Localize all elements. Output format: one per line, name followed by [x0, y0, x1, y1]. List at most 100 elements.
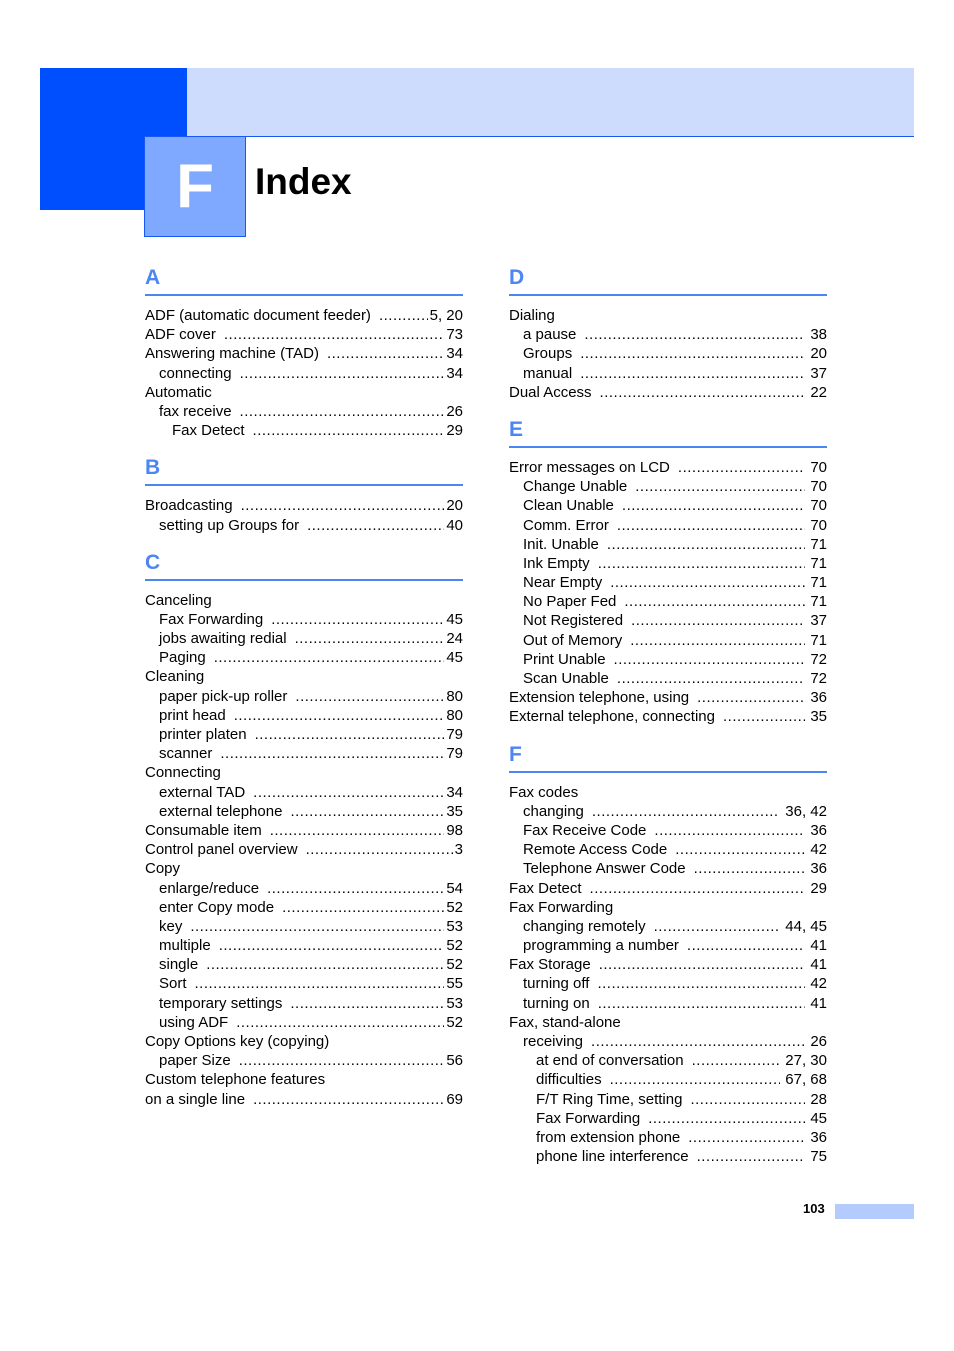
entry-page-ref[interactable]: 45 — [446, 648, 463, 667]
entry-page-ref[interactable]: 75 — [807, 1147, 827, 1166]
index-entry: jobs awaiting redial 24 — [145, 629, 463, 648]
entry-page-ref[interactable]: 73 — [446, 325, 463, 344]
dot-leader — [214, 648, 445, 667]
entry-page-ref[interactable]: 80 — [446, 687, 463, 706]
section-rule — [145, 294, 463, 296]
entry-page-ref[interactable]: 3 — [455, 840, 463, 859]
entry-label: paper pick-up roller — [159, 687, 288, 705]
section-rule — [509, 445, 827, 448]
entry-page-ref[interactable]: 42 — [807, 840, 827, 859]
index-entry: Paging 45 — [145, 648, 463, 667]
entry-page-ref[interactable]: 36, 42 — [782, 802, 827, 821]
entry-page-ref[interactable]: 36 — [807, 688, 827, 707]
entry-page-ref[interactable]: 72 — [807, 669, 827, 688]
index-entry: Not Registered 37 — [509, 611, 827, 630]
entry-page-ref[interactable]: 40 — [446, 516, 463, 535]
entry-page-ref[interactable]: 45 — [446, 610, 463, 629]
entry-page-ref[interactable]: 45 — [807, 1109, 827, 1128]
index-entry: from extension phone 36 — [509, 1128, 827, 1147]
entry-page-ref[interactable]: 70 — [807, 496, 827, 515]
entry-page-ref[interactable]: 53 — [446, 994, 463, 1013]
entry-page-ref[interactable]: 52 — [446, 955, 463, 974]
entry-page-ref[interactable]: 71 — [807, 535, 827, 554]
section-rule — [509, 770, 827, 773]
entry-label: turning off — [523, 975, 590, 993]
entry-label: external TAD — [159, 783, 246, 801]
dot-leader — [675, 840, 805, 859]
entry-page-ref[interactable]: 70 — [807, 458, 827, 477]
entry-label: Dual Access — [509, 383, 592, 401]
entry-page-ref[interactable]: 37 — [807, 364, 827, 383]
entry-page-ref[interactable]: 71 — [807, 573, 827, 592]
entry-page-ref[interactable]: 36 — [807, 1128, 827, 1147]
entry-label: Clean Unable — [523, 497, 614, 515]
entry-page-ref[interactable]: 34 — [446, 783, 463, 802]
entry-page-ref[interactable]: 41 — [807, 936, 827, 955]
entry-label: using ADF — [159, 1013, 229, 1031]
entry-page-ref[interactable]: 35 — [446, 802, 463, 821]
entry-page-ref[interactable]: 36 — [807, 859, 827, 878]
entry-page-ref[interactable]: 79 — [446, 744, 463, 763]
dot-leader — [271, 610, 444, 629]
entry-page-ref[interactable]: 80 — [446, 706, 463, 725]
entry-page-ref[interactable]: 27, 30 — [782, 1051, 827, 1070]
entry-page-ref[interactable]: 5, 20 — [430, 306, 463, 325]
entry-page-ref[interactable]: 71 — [807, 631, 827, 650]
dot-leader — [622, 496, 805, 515]
entry-page-ref[interactable]: 72 — [807, 650, 827, 669]
entry-page-ref[interactable]: 55 — [446, 974, 463, 993]
entry-label: Fax Forwarding — [159, 610, 264, 628]
entry-page-ref[interactable]: 53 — [446, 917, 463, 936]
entry-page-ref[interactable]: 35 — [807, 707, 827, 726]
entry-page-ref[interactable]: 98 — [446, 821, 463, 840]
entry-page-ref[interactable]: 56 — [446, 1051, 463, 1070]
page-number: 103 — [803, 1201, 825, 1216]
entry-page-ref[interactable]: 67, 68 — [782, 1070, 827, 1089]
entry-page-ref[interactable]: 42 — [807, 974, 827, 993]
entry-label: temporary settings — [159, 994, 283, 1012]
entry-page-ref[interactable]: 52 — [446, 1013, 463, 1032]
entry-page-ref[interactable]: 41 — [807, 955, 827, 974]
entry-page-ref[interactable]: 34 — [446, 364, 463, 383]
entry-page-ref[interactable]: 24 — [446, 629, 463, 648]
dot-leader — [630, 631, 805, 650]
entry-label: a pause — [523, 326, 577, 344]
entry-page-ref[interactable]: 38 — [807, 325, 827, 344]
entry-page-ref[interactable]: 70 — [807, 516, 827, 535]
section-letter: F — [509, 742, 522, 766]
entry-page-ref[interactable]: 26 — [446, 402, 463, 421]
dot-leader — [590, 879, 806, 898]
entry-page-ref[interactable]: 20 — [807, 344, 827, 363]
index-entry: Consumable item 98 — [145, 821, 463, 840]
section-letter: B — [145, 456, 161, 480]
entry-label: external telephone — [159, 802, 283, 820]
entry-page-ref[interactable]: 71 — [807, 592, 827, 611]
index-entry: turning off 42 — [509, 974, 827, 993]
entry-label: Sort — [159, 975, 187, 993]
entry-page-ref[interactable]: 71 — [807, 554, 827, 573]
entry-page-ref[interactable]: 79 — [446, 725, 463, 744]
index-entry: Custom telephone features — [145, 1070, 463, 1089]
entry-page-ref[interactable]: 52 — [446, 898, 463, 917]
entry-label: print head — [159, 706, 226, 724]
entry-page-ref[interactable]: 26 — [807, 1032, 827, 1051]
entry-page-ref[interactable]: 20 — [446, 496, 463, 515]
index-entry: Copy Options key (copying) — [145, 1032, 463, 1051]
entry-page-ref[interactable]: 52 — [446, 936, 463, 955]
entry-page-ref[interactable]: 22 — [807, 383, 827, 402]
entry-page-ref[interactable]: 29 — [807, 879, 827, 898]
entry-page-ref[interactable]: 69 — [446, 1090, 463, 1109]
entry-page-ref[interactable]: 54 — [446, 879, 463, 898]
entry-page-ref[interactable]: 37 — [807, 611, 827, 630]
entry-page-ref[interactable]: 29 — [446, 421, 463, 440]
index-entry: Connecting — [145, 763, 463, 782]
entry-page-ref[interactable]: 36 — [807, 821, 827, 840]
entry-page-ref[interactable]: 41 — [807, 994, 827, 1013]
entry-label: Fax Detect — [509, 879, 582, 897]
entry-page-ref[interactable]: 44, 45 — [782, 917, 827, 936]
entry-page-ref[interactable]: 28 — [807, 1090, 827, 1109]
entry-page-ref[interactable]: 34 — [446, 344, 463, 363]
index-entry: Fax Forwarding — [509, 898, 827, 917]
entry-page-ref[interactable]: 70 — [807, 477, 827, 496]
index-entry: Fax Forwarding 45 — [145, 610, 463, 629]
